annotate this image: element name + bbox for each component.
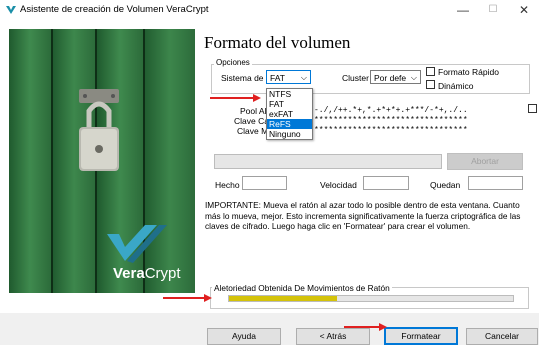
chevron-down-icon: ⌵ <box>300 73 307 82</box>
time-left-field <box>468 176 523 190</box>
pool-label: Pool Al <box>240 106 267 116</box>
filesystem-select-value: FAT <box>270 73 285 83</box>
abort-button[interactable]: Abortar <box>447 153 523 170</box>
randomness-meter-fill <box>229 296 337 301</box>
cluster-select-value: Por defe <box>374 73 407 83</box>
cancel-button[interactable]: Cancelar <box>466 328 538 345</box>
options-group-label: Opciones <box>214 58 252 67</box>
chevron-down-icon: ⌵ <box>410 73 417 82</box>
minimize-button[interactable]: — <box>448 2 478 18</box>
wordmark-vera: Vera <box>113 265 145 282</box>
filesystem-dropdown-list[interactable]: NTFS FAT exFAT ReFS Ninguno <box>266 88 313 140</box>
quick-format-label: Formato Rápido <box>438 67 499 77</box>
header-key-value: ******************************** <box>314 116 468 125</box>
speed-label: Velocidad <box>320 180 357 190</box>
filesystem-select[interactable]: FAT ⌵ <box>266 70 311 84</box>
filesystem-option[interactable]: Ninguno <box>267 129 312 139</box>
info-text: IMPORTANTE: Mueva el ratón al azar todo … <box>205 200 521 231</box>
master-key-label: Clave M <box>237 126 269 136</box>
format-button[interactable]: Formatear <box>384 327 458 345</box>
window-title: Asistente de creación de Volumen VeraCry… <box>20 4 209 15</box>
dynamic-checkbox[interactable] <box>426 80 435 89</box>
padlock-door-image <box>9 29 195 293</box>
page-title: Formato del volumen <box>204 33 351 52</box>
help-button[interactable]: Ayuda <box>207 328 281 345</box>
speed-field <box>363 176 409 190</box>
filesystem-option[interactable]: NTFS <box>267 89 312 99</box>
filesystem-label: Sistema de <box>221 73 264 83</box>
randomness-meter <box>228 295 514 302</box>
title-bar: Asistente de creación de Volumen VeraCry… <box>0 0 539 22</box>
filesystem-option-highlighted[interactable]: ReFS <box>267 119 312 129</box>
quick-format-checkbox[interactable] <box>426 67 435 76</box>
veracrypt-wordmark: VeraCrypt <box>113 265 181 282</box>
show-keys-checkbox[interactable] <box>528 104 537 113</box>
filesystem-option[interactable]: FAT <box>267 99 312 109</box>
master-key-value: ******************************** <box>314 126 468 135</box>
format-progress-bar <box>214 154 442 169</box>
header-key-label: Clave Ca <box>234 116 269 126</box>
maximize-button[interactable]: ☐ <box>478 2 508 18</box>
filesystem-option[interactable]: exFAT <box>267 109 312 119</box>
randomness-label: Aletoriedad Obtenida De Movimientos de R… <box>212 283 392 293</box>
veracrypt-logo-icon <box>6 6 16 14</box>
wizard-side-image: VeraCrypt <box>9 29 195 293</box>
cluster-select[interactable]: Por defe ⌵ <box>370 70 421 84</box>
close-button[interactable]: ✕ <box>509 2 539 18</box>
dynamic-label: Dinámico <box>438 81 474 91</box>
time-left-label: Quedan <box>430 180 461 190</box>
pool-value: -./,/++.*+,*.+*+*+.+***/-*+,./.. <box>314 106 468 115</box>
cluster-label: Cluster <box>342 73 369 83</box>
done-field <box>242 176 287 190</box>
wordmark-crypt: Crypt <box>144 265 181 282</box>
done-label: Hecho <box>215 180 240 190</box>
back-button[interactable]: < Atrás <box>296 328 370 345</box>
